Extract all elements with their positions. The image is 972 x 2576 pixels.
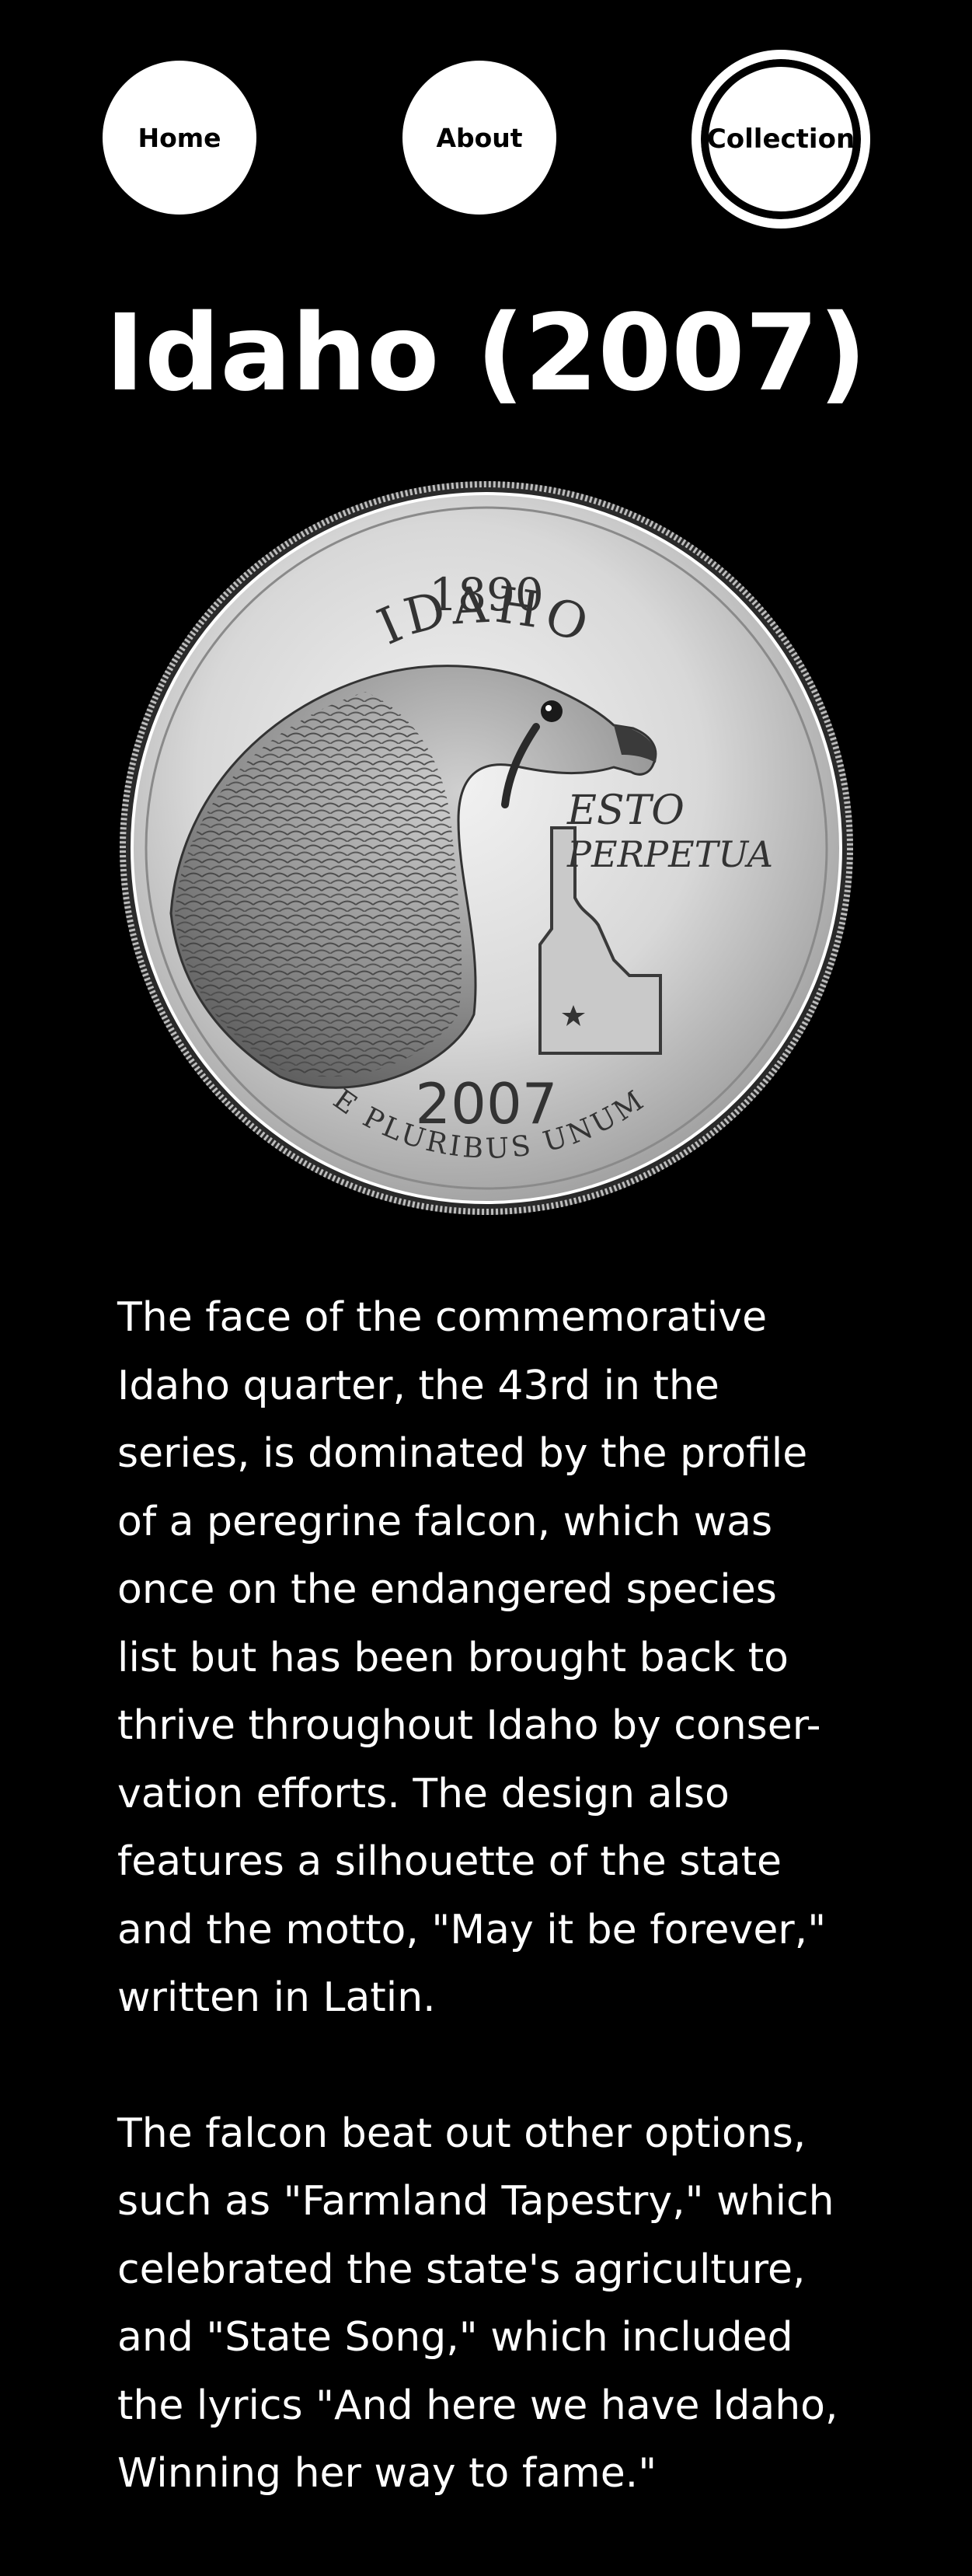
idaho-quarter-image: IDAHO 1890 ESTO PERPETUA 2007 E PLURIBUS…	[117, 478, 856, 1218]
page: Home About Collection Idaho (2007) IDAHO…	[0, 0, 972, 2566]
coin-motto-line1: ESTO	[566, 787, 685, 834]
nav-collection-button[interactable]: Collection	[692, 50, 870, 229]
nav-home-button[interactable]: Home	[103, 61, 256, 215]
coin-statehood-year: 1890	[429, 568, 544, 621]
article-paragraph-1: The face of the commemorative Idaho quar…	[117, 1294, 827, 2021]
main-nav: Home About Collection	[0, 0, 972, 233]
coin-mint-year: 2007	[415, 1071, 557, 1136]
article-body: The face of the commemorative Idaho quar…	[117, 1284, 887, 2576]
page-title: Idaho (2007)	[105, 292, 867, 415]
nav-about-button[interactable]: About	[402, 61, 556, 215]
article-paragraph-2: The falcon beat out other options, such …	[117, 2110, 838, 2497]
coin-motto-line2: PERPETUA	[566, 833, 773, 875]
coin-svg: IDAHO 1890 ESTO PERPETUA 2007 E PLURIBUS…	[120, 481, 853, 1215]
